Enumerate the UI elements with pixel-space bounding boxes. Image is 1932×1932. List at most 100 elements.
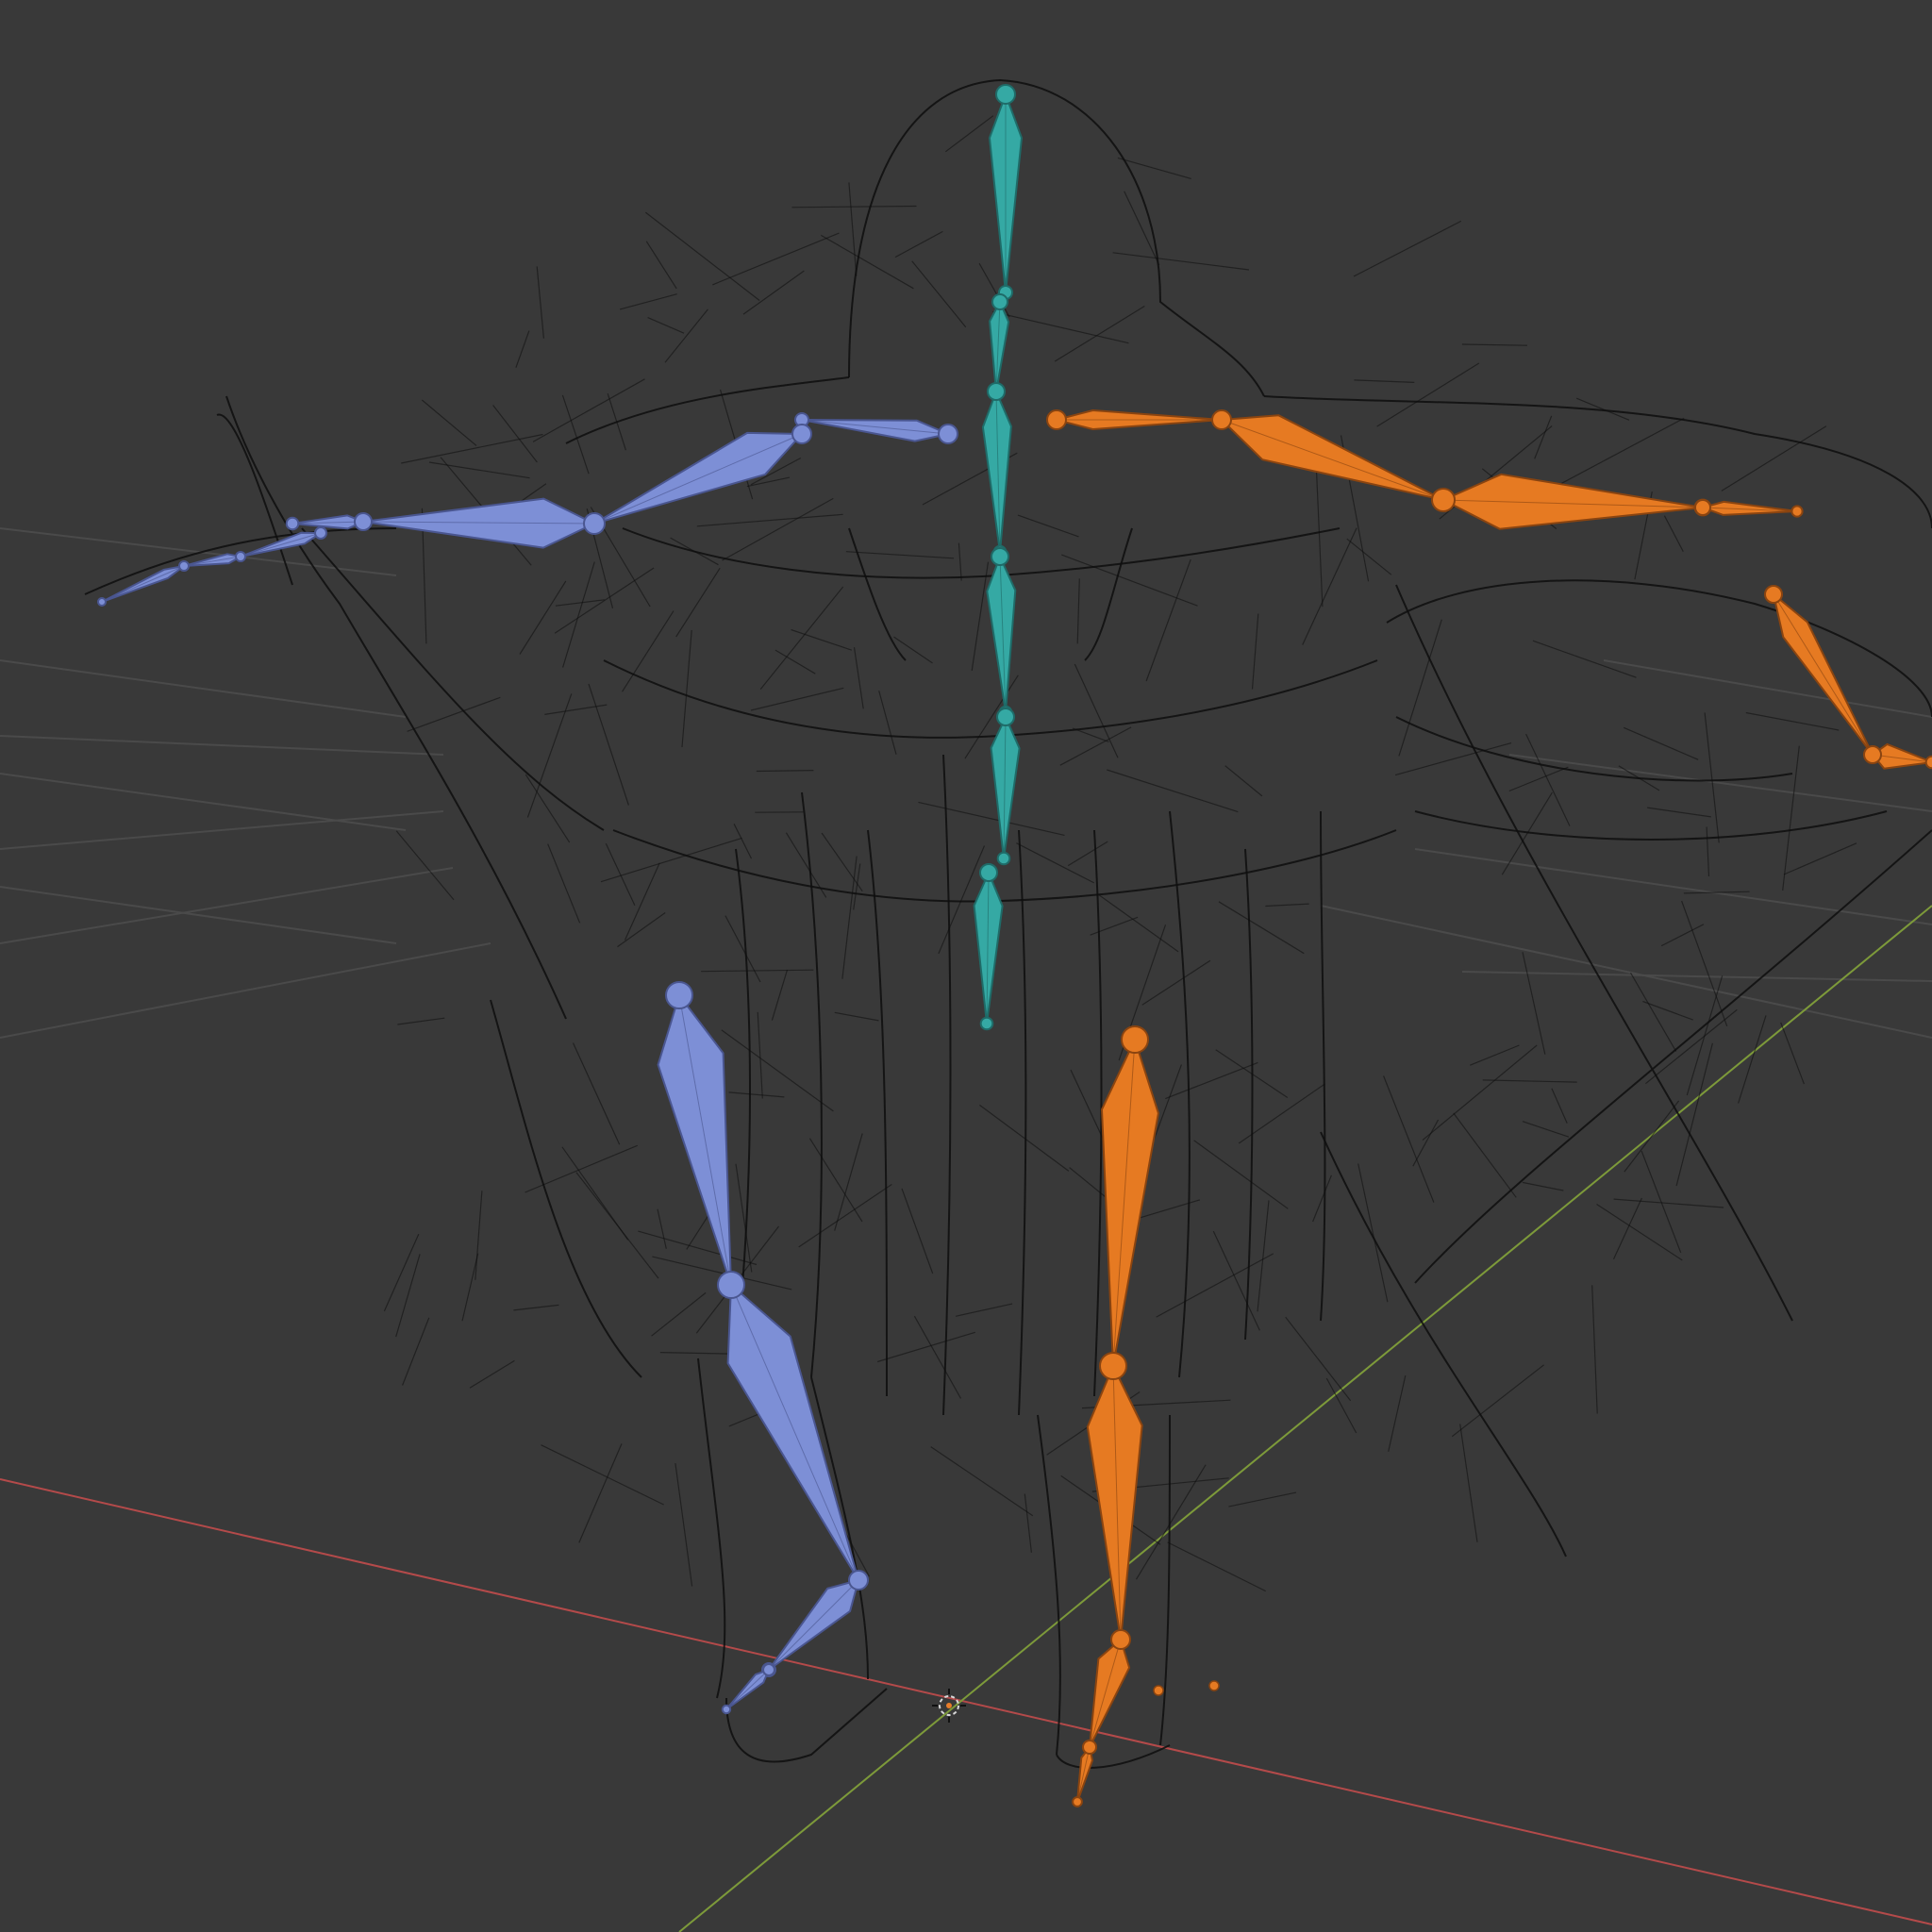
bone-left-side[interactable] <box>761 1570 869 1677</box>
bone-spine[interactable] <box>973 863 1004 1031</box>
bone-left-side[interactable] <box>794 412 958 444</box>
mesh-edge <box>1422 1044 1538 1141</box>
bone-tail-joint[interactable] <box>1924 755 1932 770</box>
bone-left-side[interactable] <box>355 497 606 549</box>
x-axis-line <box>0 1478 1932 1925</box>
bone-spine[interactable] <box>990 708 1021 866</box>
bone-head-joint[interactable] <box>235 551 246 562</box>
bone-spine[interactable] <box>986 547 1017 720</box>
bone-left-side[interactable] <box>717 1271 869 1591</box>
bone-tail-joint[interactable] <box>996 851 1011 866</box>
bone-body[interactable] <box>1221 414 1444 501</box>
bone-tail-joint[interactable] <box>97 597 107 607</box>
bone-right-side[interactable] <box>1431 473 1712 530</box>
bone-right-side[interactable] <box>1211 409 1451 508</box>
mesh-edge <box>1738 1015 1767 1104</box>
bone-head-joint[interactable] <box>848 1570 869 1591</box>
bone-head-joint[interactable] <box>987 382 1006 401</box>
grid-line <box>0 735 444 756</box>
armature-bones[interactable] <box>97 84 1932 1807</box>
mesh-edge <box>622 527 1341 579</box>
bone-spine[interactable] <box>989 84 1023 300</box>
mesh-edge <box>547 843 581 924</box>
bone-right-side[interactable] <box>1072 1740 1097 1807</box>
bone-spine[interactable] <box>981 382 1012 559</box>
bone-right-side[interactable] <box>1046 409 1229 430</box>
mesh-edge <box>848 78 1265 397</box>
bone-body[interactable] <box>1101 1039 1159 1367</box>
mesh-edge <box>1522 1121 1570 1138</box>
bone-head-joint[interactable] <box>1694 499 1711 516</box>
bone-right-side[interactable] <box>1101 1025 1159 1376</box>
bone-head-joint[interactable] <box>996 708 1015 726</box>
mesh-edge <box>1107 769 1239 813</box>
floor-grid <box>0 527 1932 1039</box>
mesh-edge <box>1663 515 1684 552</box>
bone-head-joint[interactable] <box>583 512 606 535</box>
bone-body[interactable] <box>1089 1639 1131 1748</box>
bone-tail-joint[interactable] <box>1072 1796 1083 1807</box>
toe-bone-joint[interactable] <box>1208 1680 1220 1691</box>
toe-bone-joint[interactable] <box>1153 1685 1164 1696</box>
mesh-edge <box>1165 1061 1258 1100</box>
bone-head-joint[interactable] <box>1121 1025 1149 1054</box>
bone-tail-joint[interactable] <box>721 1704 732 1715</box>
bone-head-joint[interactable] <box>1082 1740 1097 1755</box>
bone-tail-joint[interactable] <box>979 1016 994 1031</box>
mesh-edge <box>1024 1493 1032 1553</box>
bone-body[interactable] <box>657 994 732 1286</box>
mesh-edge <box>588 683 629 806</box>
bone-tail-joint[interactable] <box>285 516 300 531</box>
bone-head-joint[interactable] <box>178 560 190 572</box>
grid-line <box>0 867 454 944</box>
bone-head-joint[interactable] <box>791 424 812 444</box>
bone-left-side[interactable] <box>721 1663 775 1715</box>
bone-head-joint[interactable] <box>717 1271 745 1299</box>
grid-line <box>1320 905 1932 1039</box>
bone-ridge <box>730 1284 859 1581</box>
bone-head-joint[interactable] <box>665 981 693 1009</box>
bone-head-joint[interactable] <box>938 424 958 444</box>
bone-body[interactable] <box>1086 1365 1143 1641</box>
mesh-edge <box>664 308 708 363</box>
mesh-edge <box>490 999 1567 1557</box>
bone-head-joint[interactable] <box>762 1663 775 1676</box>
bone-right-side[interactable] <box>1863 742 1932 770</box>
bone-head-joint[interactable] <box>1099 1352 1127 1380</box>
bone-left-side[interactable] <box>235 526 327 562</box>
bone-head-joint[interactable] <box>979 863 998 882</box>
bone-head-joint[interactable] <box>1110 1629 1131 1650</box>
bone-left-side[interactable] <box>587 424 812 531</box>
3d-cursor-icon[interactable] <box>932 1689 966 1723</box>
mesh-edge <box>759 586 844 690</box>
bone-body[interactable] <box>1442 473 1704 530</box>
bone-head-joint[interactable] <box>1764 585 1783 604</box>
viewport-canvas[interactable] <box>0 0 1932 1932</box>
bone-head-joint[interactable] <box>991 293 1008 310</box>
y-axis-line <box>678 905 1932 1932</box>
bone-tail-joint[interactable] <box>1790 505 1804 518</box>
mesh-edge <box>722 497 834 561</box>
bone-left-side[interactable] <box>285 512 373 531</box>
mesh-edge <box>675 567 721 638</box>
bone-head-joint[interactable] <box>991 547 1009 566</box>
bone-ridge <box>1221 419 1444 501</box>
bone-head-joint[interactable] <box>995 84 1016 105</box>
bone-right-side[interactable] <box>1694 499 1804 518</box>
bone-head-joint[interactable] <box>354 512 373 531</box>
bone-head-joint[interactable] <box>1211 409 1232 430</box>
bone-head-joint[interactable] <box>1863 745 1882 764</box>
bone-body[interactable] <box>801 419 949 442</box>
3d-viewport[interactable] <box>0 0 1932 1932</box>
mesh-edge <box>1156 1253 1274 1318</box>
bone-right-side[interactable] <box>1086 1352 1143 1650</box>
bone-head-joint[interactable] <box>1046 409 1067 430</box>
mesh-edge <box>1618 765 1660 791</box>
mesh-edge <box>1251 613 1259 690</box>
bone-head-joint[interactable] <box>1431 488 1456 512</box>
bone-left-side[interactable] <box>657 981 741 1295</box>
mesh-edge <box>1124 191 1160 266</box>
bone-right-side[interactable] <box>1764 585 1880 762</box>
bone-head-joint[interactable] <box>314 526 327 540</box>
mesh-edge <box>1228 1491 1297 1507</box>
